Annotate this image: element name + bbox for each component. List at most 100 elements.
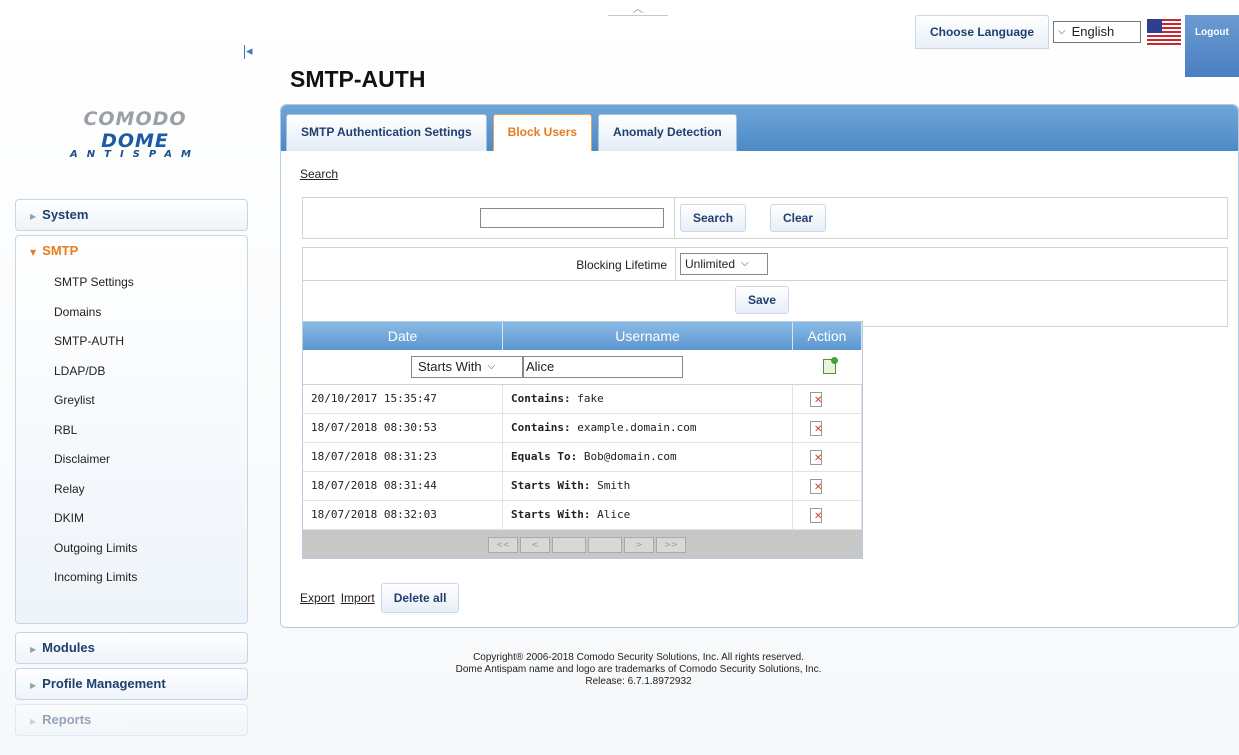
chevron-down-icon: ⌵ [741,258,749,269]
cell-date: 18/07/2018 08:32:03 [303,501,503,529]
sidebar-system[interactable]: ▶ System [15,199,248,231]
sidebar-label-profile-management: Profile Management [42,676,166,691]
page-title: SMTP-AUTH [290,66,426,92]
sidebar-item-relay[interactable]: Relay [16,479,247,509]
cell-date: 20/10/2017 15:35:47 [303,385,503,413]
sidebar-head-profile-management[interactable]: ▶ Profile Management [16,669,247,699]
sidebar-modules[interactable]: ▶ Modules [15,632,248,664]
sidebar-label-modules: Modules [42,640,95,655]
table-row: 18/07/2018 08:30:53 Contains: example.do… [303,414,862,443]
logout-label: Logout [1195,27,1229,38]
previous-page-button[interactable]: < [520,537,550,553]
tab-block-users[interactable]: Block Users [492,114,593,151]
sidebar-reports[interactable]: ▶ Reports [15,704,248,736]
sidebar-label-smtp: SMTP [42,243,79,258]
search-input[interactable] [480,208,664,228]
choose-language-button[interactable]: Choose Language [914,15,1049,49]
filter-row: Starts With ⌵ Alice [303,350,862,385]
cell-action [793,443,862,471]
sidebar-head-system[interactable]: ▶ System [16,200,247,230]
sidebar-item-rbl[interactable]: RBL [16,420,247,450]
sidebar-item-ldap-db[interactable]: LDAP/DB [16,361,247,391]
cell-username: Contains: fake [503,385,793,413]
copyright-footer: Copyright® 2006-2018 Comodo Security Sol… [280,652,997,688]
last-page-button[interactable]: >> [656,537,686,553]
search-button[interactable]: Search [680,204,747,232]
search-section-link[interactable]: Search [300,167,338,181]
table-row: 18/07/2018 08:32:03 Starts With: Alice [303,501,862,530]
blocking-lifetime-label: Blocking Lifetime [576,258,667,272]
language-value: English [1071,24,1115,39]
trademark-line: Dome Antispam name and logo are trademar… [455,664,822,675]
smtp-submenu: SMTP Settings Domains SMTP-AUTH LDAP/DB … [16,266,247,607]
cell-date: 18/07/2018 08:31:23 [303,443,503,471]
blocking-lifetime-select[interactable]: Unlimited ⌵ [680,253,768,275]
cell-username: Contains: example.domain.com [503,414,793,442]
sidebar-head-smtp[interactable]: ▼ SMTP [16,236,247,266]
search-panel: Search Clear [302,197,1228,239]
table-actions: Export Import Delete all [300,583,460,613]
cell-action [793,472,862,500]
sidebar-item-dkim[interactable]: DKIM [16,508,247,538]
delete-entry-icon[interactable] [810,450,822,466]
page-number-field[interactable] [552,537,586,553]
first-page-button[interactable]: << [488,537,518,553]
cell-username: Starts With: Smith [503,472,793,500]
pagination-bar: << < > >> [303,530,862,558]
match-type: Starts With: [511,479,591,492]
sidebar-item-domains[interactable]: Domains [16,302,247,332]
main-panel: SMTP Authentication Settings Block Users… [280,104,1239,628]
sidebar-item-smtp-auth[interactable]: SMTP-AUTH [16,331,247,361]
filter-mode-select[interactable]: Starts With ⌵ [411,356,523,378]
sidebar-item-outgoing-limits[interactable]: Outgoing Limits [16,538,247,568]
export-link[interactable]: Export [300,591,335,605]
delete-entry-icon[interactable] [810,479,822,495]
sidebar-profile-management[interactable]: ▶ Profile Management [15,668,248,700]
collapse-left-icon[interactable]: ◂ [244,44,253,59]
chevron-right-icon: ▶ [30,645,37,654]
sidebar-item-incoming-limits[interactable]: Incoming Limits [16,567,247,597]
sidebar-head-modules[interactable]: ▶ Modules [16,633,247,663]
match-value: Smith [597,479,631,492]
match-value: Alice [597,508,631,521]
save-button[interactable]: Save [735,286,790,314]
next-page-button[interactable]: > [624,537,654,553]
delete-entry-icon[interactable] [810,392,822,408]
chevron-right-icon: ▶ [30,681,37,690]
add-entry-icon[interactable] [823,357,838,374]
delete-entry-icon[interactable] [810,421,822,437]
sidebar-item-greylist[interactable]: Greylist [16,390,247,420]
column-header-date[interactable]: Date [303,322,503,350]
divider [675,248,676,280]
logout-button[interactable]: Logout [1185,15,1239,77]
sidebar-item-disclaimer[interactable]: Disclaimer [16,449,247,479]
tab-smtp-authentication-settings[interactable]: SMTP Authentication Settings [286,114,487,151]
page-count-field [588,537,622,553]
column-header-username[interactable]: Username [503,322,793,350]
sidebar-head-reports[interactable]: ▶ Reports [16,705,247,735]
delete-all-button[interactable]: Delete all [380,583,460,613]
us-flag-icon [1147,19,1181,45]
sidebar-item-smtp-settings[interactable]: SMTP Settings [16,272,247,302]
language-select[interactable]: ⌵ English [1053,21,1141,43]
import-link[interactable]: Import [341,591,375,605]
cell-action [793,501,862,529]
delete-entry-icon[interactable] [810,508,822,524]
filter-username-input[interactable]: Alice [523,356,683,378]
blocked-users-table: Date Username Action Starts With ⌵ Alice… [302,321,863,559]
divider [674,198,675,238]
tab-bar: SMTP Authentication Settings Block Users… [281,105,1238,151]
table-header: Date Username Action [303,322,862,350]
tab-anomaly-detection[interactable]: Anomaly Detection [598,114,737,151]
sidebar-smtp: ▼ SMTP SMTP Settings Domains SMTP-AUTH LD… [15,235,248,624]
chevron-down-icon: ⌵ [487,361,496,372]
top-collapse-handle[interactable]: ︿ [608,0,668,16]
clear-button[interactable]: Clear [770,204,827,232]
column-header-action: Action [793,322,862,350]
match-value: fake [577,392,604,405]
language-bar: Choose Language ⌵ English Logout [914,15,1239,77]
chevron-right-icon: ▶ [30,212,37,221]
match-type: Contains: [511,392,571,405]
table-row: 18/07/2018 08:31:44 Starts With: Smith [303,472,862,501]
cell-action [793,414,862,442]
